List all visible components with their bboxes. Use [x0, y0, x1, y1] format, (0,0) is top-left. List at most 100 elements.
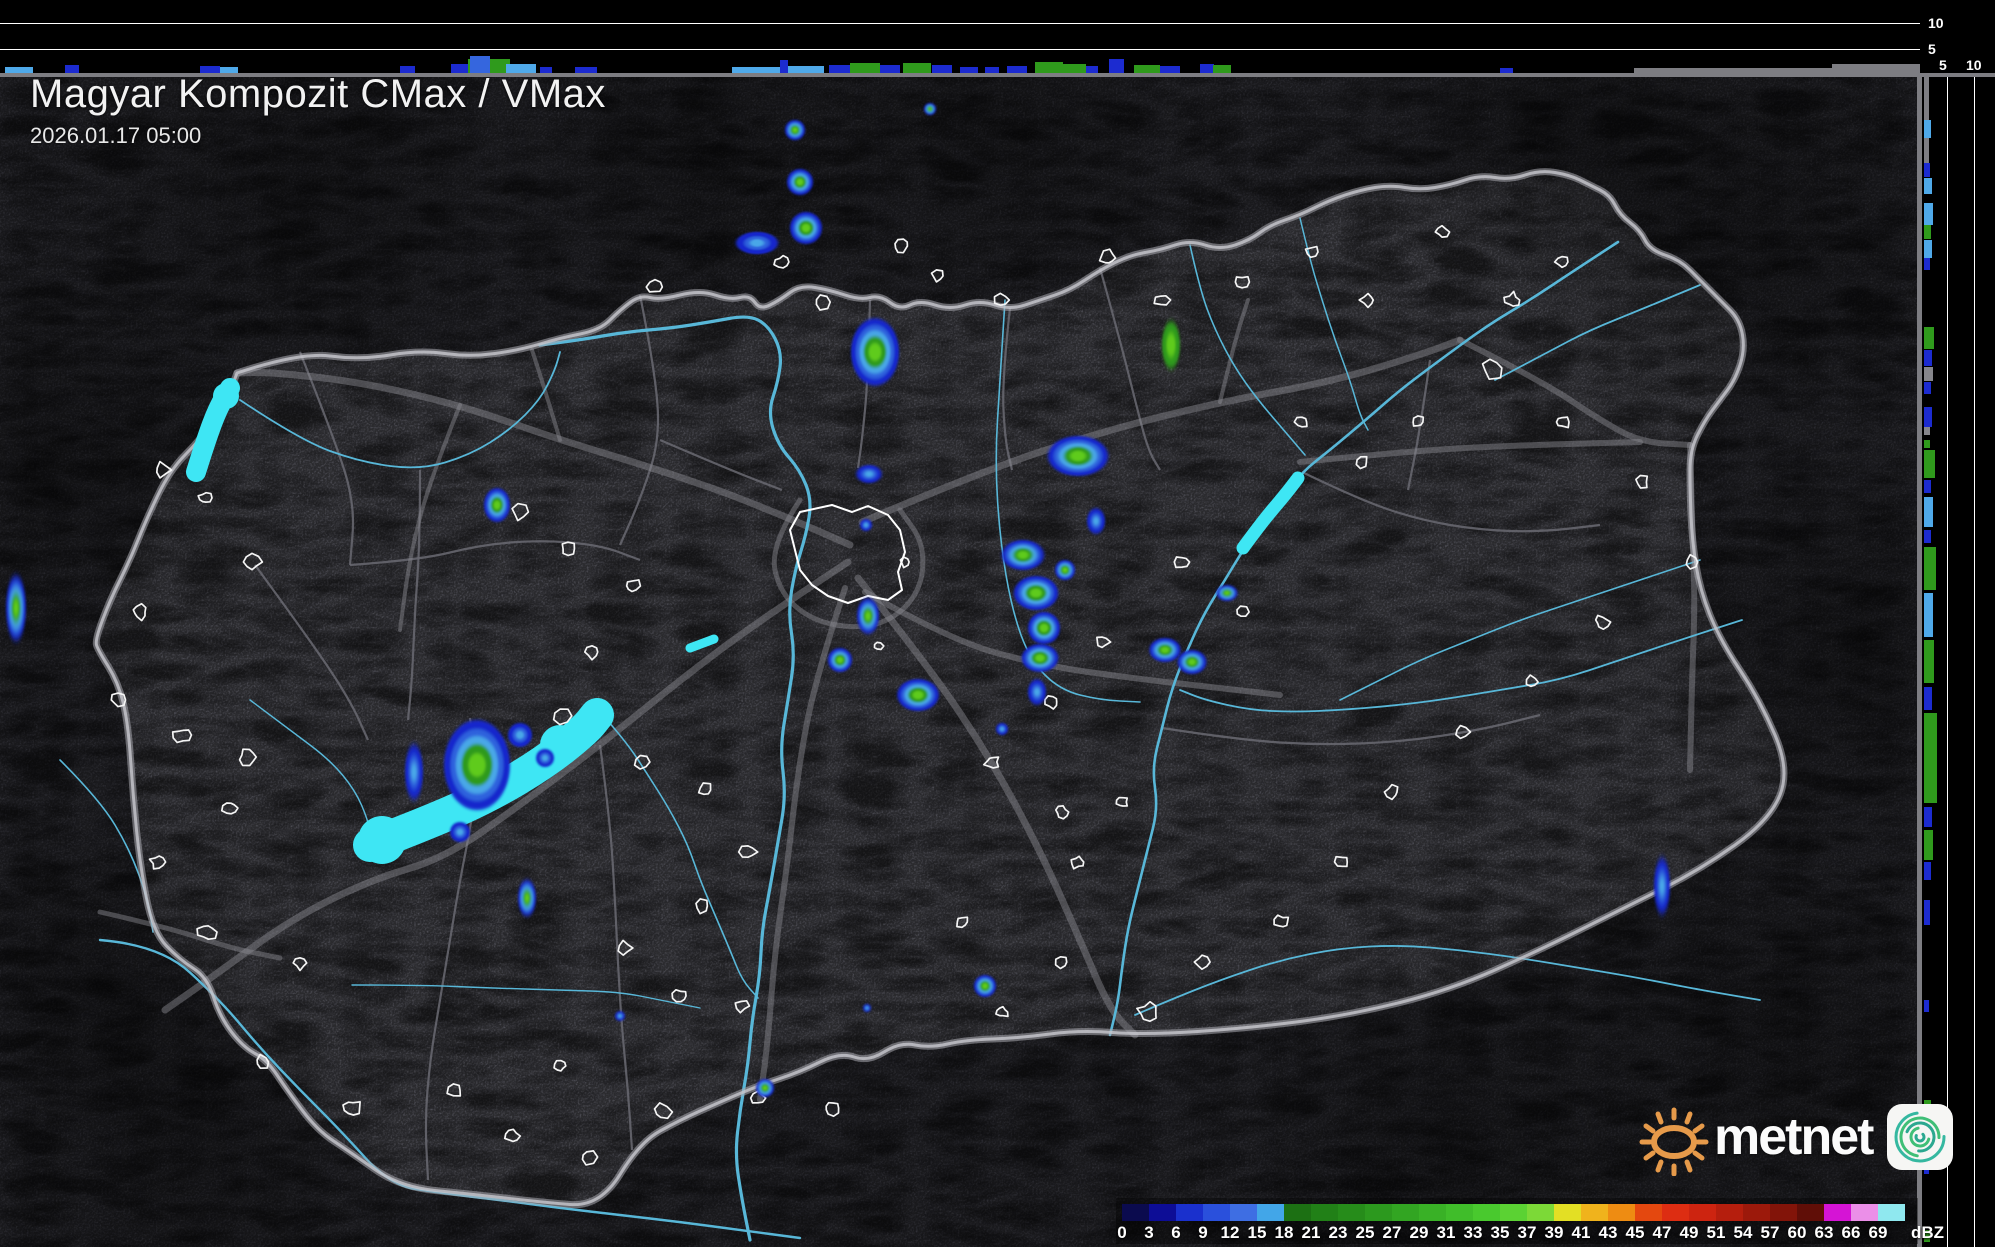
right-strip-echo	[1924, 178, 1932, 194]
radar-echo	[1014, 576, 1058, 610]
legend-color-cell	[1203, 1204, 1230, 1221]
right-strip-echo	[1924, 450, 1935, 478]
radar-echo	[863, 1004, 871, 1012]
right-axis-label: 10	[1966, 58, 1982, 72]
radar-echo	[1028, 679, 1046, 704]
city-outline	[1116, 798, 1127, 806]
dbz-legend: 0369121518212325272931333537394143454749…	[1116, 1198, 1918, 1244]
right-strip-echo	[1924, 687, 1932, 710]
map-layers	[0, 0, 1995, 1247]
radar-echo	[996, 723, 1008, 735]
city-outline	[816, 295, 830, 310]
radar-echo	[851, 318, 899, 385]
top-strip-mask	[1832, 64, 1920, 73]
right-strip-echo	[1924, 807, 1932, 827]
metnet-logo[interactable]: metnet	[1638, 1098, 1954, 1176]
legend-threshold-label: 51	[1707, 1224, 1726, 1241]
legend-threshold-label: 15	[1248, 1224, 1267, 1241]
radar-echo	[857, 598, 879, 633]
timestamp: 2026.01.17 05:00	[30, 123, 606, 149]
right-axis-label: 5	[1939, 58, 1947, 72]
city-outline	[826, 1103, 838, 1117]
top-strip-echo	[5, 67, 33, 73]
radar-composite-app: 10 55 10 Magyar Kompozit CMax / VMax 2026.…	[0, 0, 1995, 1247]
legend-color-cell	[1797, 1204, 1824, 1221]
top-strip-height-line	[0, 23, 1920, 24]
top-axis-label: 5	[1928, 42, 1936, 56]
radar-echo	[897, 679, 939, 711]
top-strip-echo	[829, 65, 851, 73]
legend-color-cell	[1770, 1204, 1797, 1221]
top-strip-height-line	[0, 49, 1920, 50]
legend-threshold-label: 69	[1869, 1224, 1888, 1241]
right-strip-echo	[1924, 240, 1932, 258]
right-strip-echo	[1924, 830, 1933, 860]
legend-threshold-label: 33	[1464, 1224, 1483, 1241]
legend-threshold-label: 29	[1410, 1224, 1429, 1241]
radar-echo	[536, 749, 554, 767]
legend-color-cell	[1500, 1204, 1527, 1221]
radar-echo	[1149, 638, 1180, 662]
legend-color-cell	[1338, 1204, 1365, 1221]
right-strip-echo	[1924, 547, 1936, 590]
legend-color-cell	[1392, 1204, 1419, 1221]
page-title: Magyar Kompozit CMax / VMax	[30, 72, 606, 117]
legend-unit-label: dBZ	[1911, 1224, 1944, 1241]
legend-color-cell	[1311, 1204, 1338, 1221]
right-strip-echo	[1924, 593, 1933, 637]
city-outline	[1356, 457, 1366, 469]
right-strip-echo	[1924, 640, 1934, 683]
right-cross-section-panel	[1920, 0, 1995, 1247]
right-strip-echo	[1924, 163, 1930, 177]
radar-echo	[1028, 612, 1060, 644]
lake-balaton	[358, 816, 406, 864]
right-strip-echo	[1924, 427, 1930, 435]
legend-color-cell	[1284, 1204, 1311, 1221]
radar-echo	[785, 120, 805, 140]
legend-color-cell	[1149, 1204, 1176, 1221]
radar-echo	[860, 519, 872, 531]
top-axis-label: 10	[1928, 16, 1944, 30]
city-outline	[1154, 296, 1170, 305]
legend-color-cell	[1581, 1204, 1608, 1221]
top-strip-echo	[780, 60, 788, 73]
right-strip-echo	[1924, 350, 1932, 366]
right-strip-echo	[1924, 480, 1931, 493]
radar-echo	[736, 232, 778, 254]
legend-color-cell	[1257, 1204, 1284, 1221]
legend-threshold-label: 66	[1842, 1224, 1861, 1241]
top-strip-echo	[470, 56, 490, 73]
title-block: Magyar Kompozit CMax / VMax 2026.01.17 0…	[30, 72, 606, 149]
top-strip-echo	[960, 67, 978, 73]
city-outline	[447, 1084, 460, 1096]
metnet-app-icon	[1886, 1103, 1954, 1171]
legend-threshold-label: 54	[1734, 1224, 1753, 1241]
right-strip-echo	[1924, 862, 1931, 880]
city-outline	[562, 542, 574, 555]
legend-threshold-label: 37	[1518, 1224, 1537, 1241]
city-outline	[1557, 417, 1570, 428]
top-strip-echo	[1160, 66, 1180, 73]
legend-threshold-label: 6	[1171, 1224, 1180, 1241]
logo-text: metnet	[1714, 1107, 1872, 1167]
right-strip-height-line	[1974, 77, 1975, 1247]
radar-echo	[1178, 650, 1207, 674]
city-outline	[1237, 606, 1249, 616]
right-strip-echo	[1924, 530, 1931, 543]
legend-color-cell	[1473, 1204, 1500, 1221]
radar-echo	[787, 169, 813, 195]
legend-color-cell	[1878, 1204, 1905, 1221]
radar-echo	[1654, 859, 1670, 913]
right-strip-echo	[1924, 900, 1930, 925]
legend-color-cell	[1527, 1204, 1554, 1221]
radar-echo	[1002, 540, 1044, 570]
radar-echo	[405, 745, 423, 799]
top-strip-echo	[985, 67, 999, 73]
radar-echo	[1087, 508, 1105, 533]
legend-threshold-label: 27	[1383, 1224, 1402, 1241]
city-outline	[1413, 416, 1423, 426]
legend-threshold-label: 41	[1572, 1224, 1591, 1241]
legend-threshold-label: 21	[1302, 1224, 1321, 1241]
radar-echo	[1022, 644, 1058, 672]
right-strip-echo	[1924, 327, 1934, 349]
